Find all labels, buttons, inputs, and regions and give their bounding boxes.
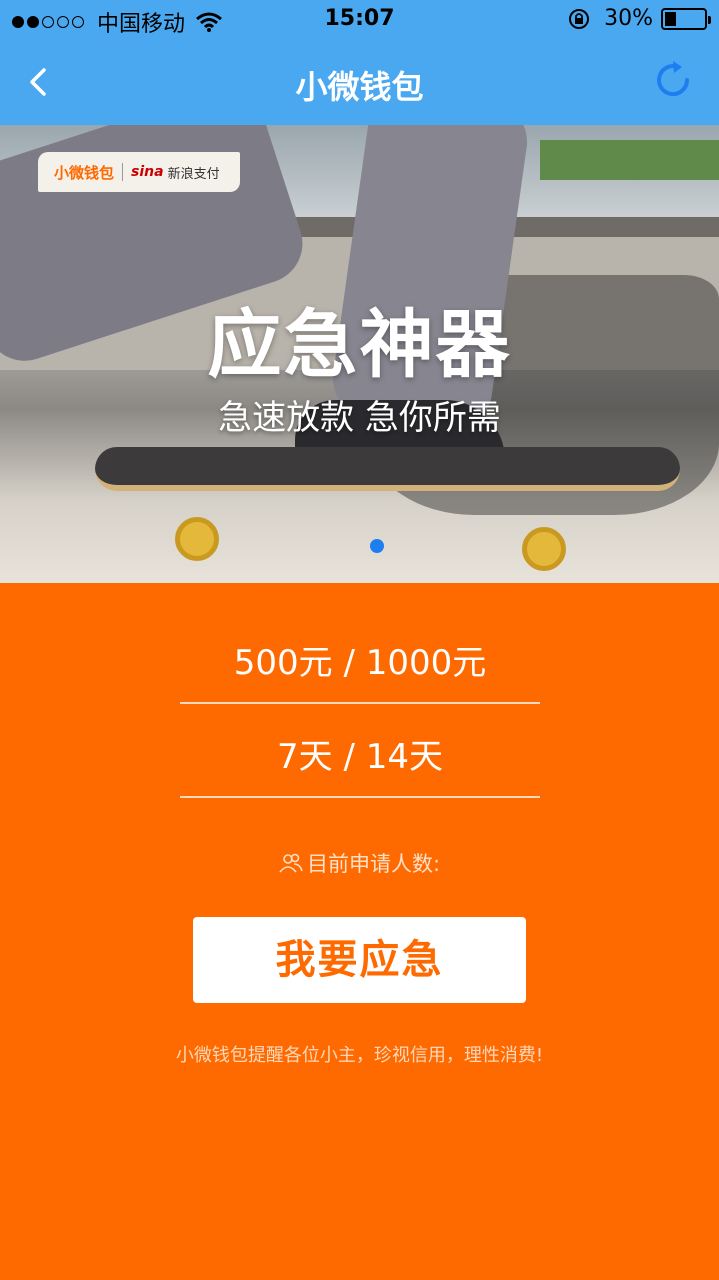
loan-term-options[interactable]: 7天 / 14天 [180,729,540,778]
reminder-text: 小微钱包提醒各位小主，珍视信用，理性消费! [175,1045,544,1066]
promo-banner[interactable]: 小微钱包 sina 新浪支付 应急神器 急速放款 急你所需 [0,125,719,583]
loan-amount-options[interactable]: 500元 / 1000元 [180,635,540,684]
banner-field [540,140,719,180]
logo-divider [122,163,124,181]
status-right: 30% [568,6,711,31]
applicants-count: 目前申请人数: [0,848,719,878]
apply-emergency-button[interactable]: 我要应急 [193,917,526,1003]
sina-logo-icon: sina [131,164,164,180]
skateboard-wheel [175,517,219,561]
battery-level [665,11,676,26]
users-icon [279,853,303,873]
divider [180,796,540,798]
logo-brand-text: 小微钱包 [54,163,115,182]
brand-logo: 小微钱包 sina 新浪支付 [38,152,240,192]
logo-partner-text: 新浪支付 [167,166,220,182]
main-panel: 500元 / 1000元 7天 / 14天 目前申请人数: 我要应急 小微钱包提… [0,583,719,1280]
banner-subtitle: 急速放款 急你所需 [218,398,501,438]
rotation-lock-icon [569,8,590,29]
battery-percent: 30% [604,6,653,31]
page-title: 小微钱包 [295,68,424,106]
skateboard-image [95,447,680,491]
status-bar: 中国移动 15:07 30% [0,0,719,40]
applicants-label: 目前申请人数: [306,852,441,876]
nav-bar: 小微钱包 [0,40,719,125]
divider [180,702,540,704]
skateboard-wheel [522,527,566,571]
banner-title: 应急神器 [207,302,512,388]
battery-icon [661,7,711,30]
carousel-indicator[interactable] [370,539,384,553]
refresh-icon[interactable] [651,58,695,102]
